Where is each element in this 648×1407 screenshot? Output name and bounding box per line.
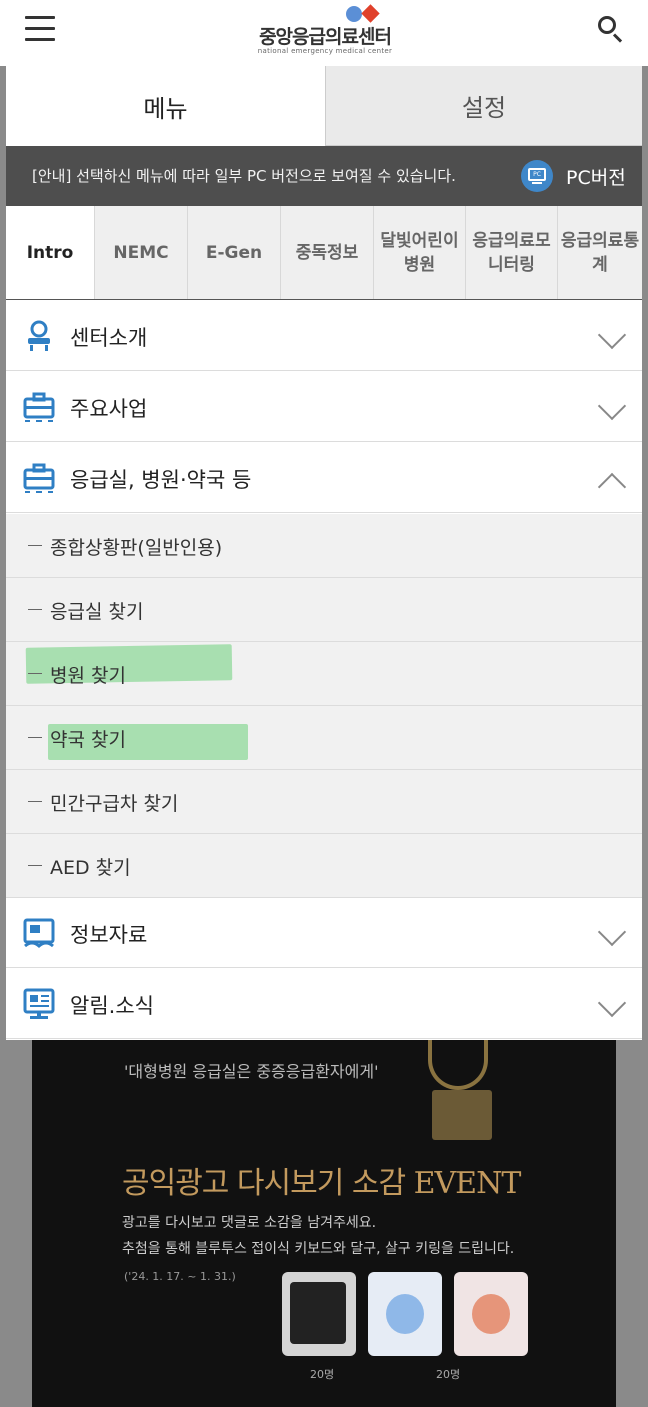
tab-moonlight-children-hospital[interactable]: 달빛어린이병원 — [373, 206, 465, 299]
submenu-item-label: 약국 찾기 — [50, 729, 126, 751]
banner-quote: '대형병원 응급실은 중증응급환자에게' — [124, 1062, 379, 1081]
site-header: 중앙응급의료센터 national emergency medical cent… — [0, 0, 648, 66]
prize-count: 20명 — [436, 1368, 461, 1381]
book-icon — [23, 918, 55, 948]
submenu-item-find-hospital[interactable]: 병원 찾기 — [6, 642, 642, 706]
tab-emergency-statistics[interactable]: 응급의료통계 — [557, 206, 642, 299]
menu-item-label: 알림.소식 — [70, 994, 154, 1018]
submenu-item-label: AED 찾기 — [50, 857, 131, 879]
tab-emergency-monitoring[interactable]: 응급의료모니터링 — [465, 206, 557, 299]
menu-item-label: 주요사업 — [70, 397, 148, 421]
chevron-down-icon — [597, 988, 627, 1018]
tab-nemc[interactable]: NEMC — [94, 206, 187, 299]
menu-overlay: 메뉴 설정 [안내] 선택하신 메뉴에 따라 일부 PC 버전으로 보여질 수 … — [6, 66, 642, 1040]
search-icon[interactable] — [596, 14, 626, 44]
hamburger-icon[interactable] — [25, 16, 55, 41]
menu-item-info-materials[interactable]: 정보자료 — [6, 898, 642, 968]
dash-icon — [28, 737, 42, 738]
chair-icon — [28, 320, 50, 351]
site-logo[interactable]: 중앙응급의료센터 national emergency medical cent… — [250, 4, 400, 58]
menu-item-label: 정보자료 — [70, 923, 148, 947]
notice-text: [안내] 선택하신 메뉴에 따라 일부 PC 버전으로 보여질 수 있습니다. — [32, 167, 456, 185]
prize-keyring-pink — [454, 1272, 528, 1356]
logo-title: 중앙응급의료센터 — [259, 26, 392, 48]
prize-keyboard — [282, 1272, 356, 1356]
prize-keyring-blue — [368, 1272, 442, 1356]
menu-item-main-projects[interactable]: 주요사업 — [6, 372, 642, 442]
menu-item-center-intro[interactable]: 센터소개 — [6, 301, 642, 371]
gift-box-icon — [432, 1090, 492, 1140]
submenu-item-find-er[interactable]: 응급실 찾기 — [6, 578, 642, 642]
tab-menu[interactable]: 메뉴 — [6, 66, 325, 146]
banner-description: 광고를 다시보고 댓글로 소감을 남겨주세요. — [122, 1215, 377, 1231]
medal-ribbon-icon — [428, 1040, 488, 1090]
dash-icon — [28, 801, 42, 802]
dash-icon — [28, 609, 42, 610]
chevron-down-icon — [597, 917, 627, 947]
banner-date: ('24. 1. 17. ~ 1. 31.) — [124, 1270, 236, 1283]
monitor-icon[interactable]: PC — [521, 160, 553, 192]
event-banner[interactable]: '대형병원 응급실은 중증응급환자에게' 공익광고 다시보기 소감 EVENT … — [32, 1040, 616, 1407]
banner-description: 추첨을 통해 블루투스 접이식 키보드와 달구, 살구 키링을 드립니다. — [122, 1241, 515, 1257]
tab-egen[interactable]: E-Gen — [187, 206, 280, 299]
chevron-up-icon — [597, 472, 627, 502]
notice-board-icon — [23, 988, 55, 1019]
submenu-item-label: 응급실 찾기 — [50, 601, 144, 623]
submenu-item-find-ambulance[interactable]: 민간구급차 찾기 — [6, 770, 642, 834]
menu-item-label: 응급실, 병원·약국 등 — [70, 468, 252, 492]
chevron-down-icon — [597, 320, 627, 350]
dash-icon — [28, 865, 42, 866]
tab-poison-info[interactable]: 중독정보 — [280, 206, 373, 299]
submenu-item-label: 민간구급차 찾기 — [50, 793, 179, 815]
briefcase-icon — [23, 463, 55, 493]
briefcase-icon — [23, 392, 55, 422]
pc-version-notice: [안내] 선택하신 메뉴에 따라 일부 PC 버전으로 보여질 수 있습니다. … — [6, 146, 642, 206]
banner-title: 공익광고 다시보기 소감 EVENT — [122, 1166, 521, 1201]
dash-icon — [28, 545, 42, 546]
submenu-item-find-aed[interactable]: AED 찾기 — [6, 834, 642, 898]
submenu-item-label: 병원 찾기 — [50, 665, 126, 687]
menu-item-label: 센터소개 — [70, 326, 148, 350]
menu-settings-tabs: 메뉴 설정 — [6, 66, 642, 146]
submenu-item-situation-board[interactable]: 종합상황판(일반인용) — [6, 514, 642, 578]
prize-count: 20명 — [310, 1368, 335, 1381]
tab-intro[interactable]: Intro — [6, 206, 94, 299]
dash-icon — [28, 673, 42, 674]
logo-subtitle: national emergency medical center — [257, 47, 393, 55]
menu-item-news[interactable]: 알림.소식 — [6, 969, 642, 1039]
submenu-item-label: 종합상황판(일반인용) — [50, 537, 223, 559]
pc-version-link[interactable]: PC버전 — [566, 163, 626, 190]
chevron-down-icon — [597, 391, 627, 421]
submenu-item-find-pharmacy[interactable]: 약국 찾기 — [6, 706, 642, 770]
menu-item-emergency-hospital-pharmacy[interactable]: 응급실, 병원·약국 등 — [6, 443, 642, 513]
tab-settings[interactable]: 설정 — [325, 66, 642, 146]
category-tabs: Intro NEMC E-Gen 중독정보 달빛어린이병원 응급의료모니터링 응… — [6, 206, 642, 300]
